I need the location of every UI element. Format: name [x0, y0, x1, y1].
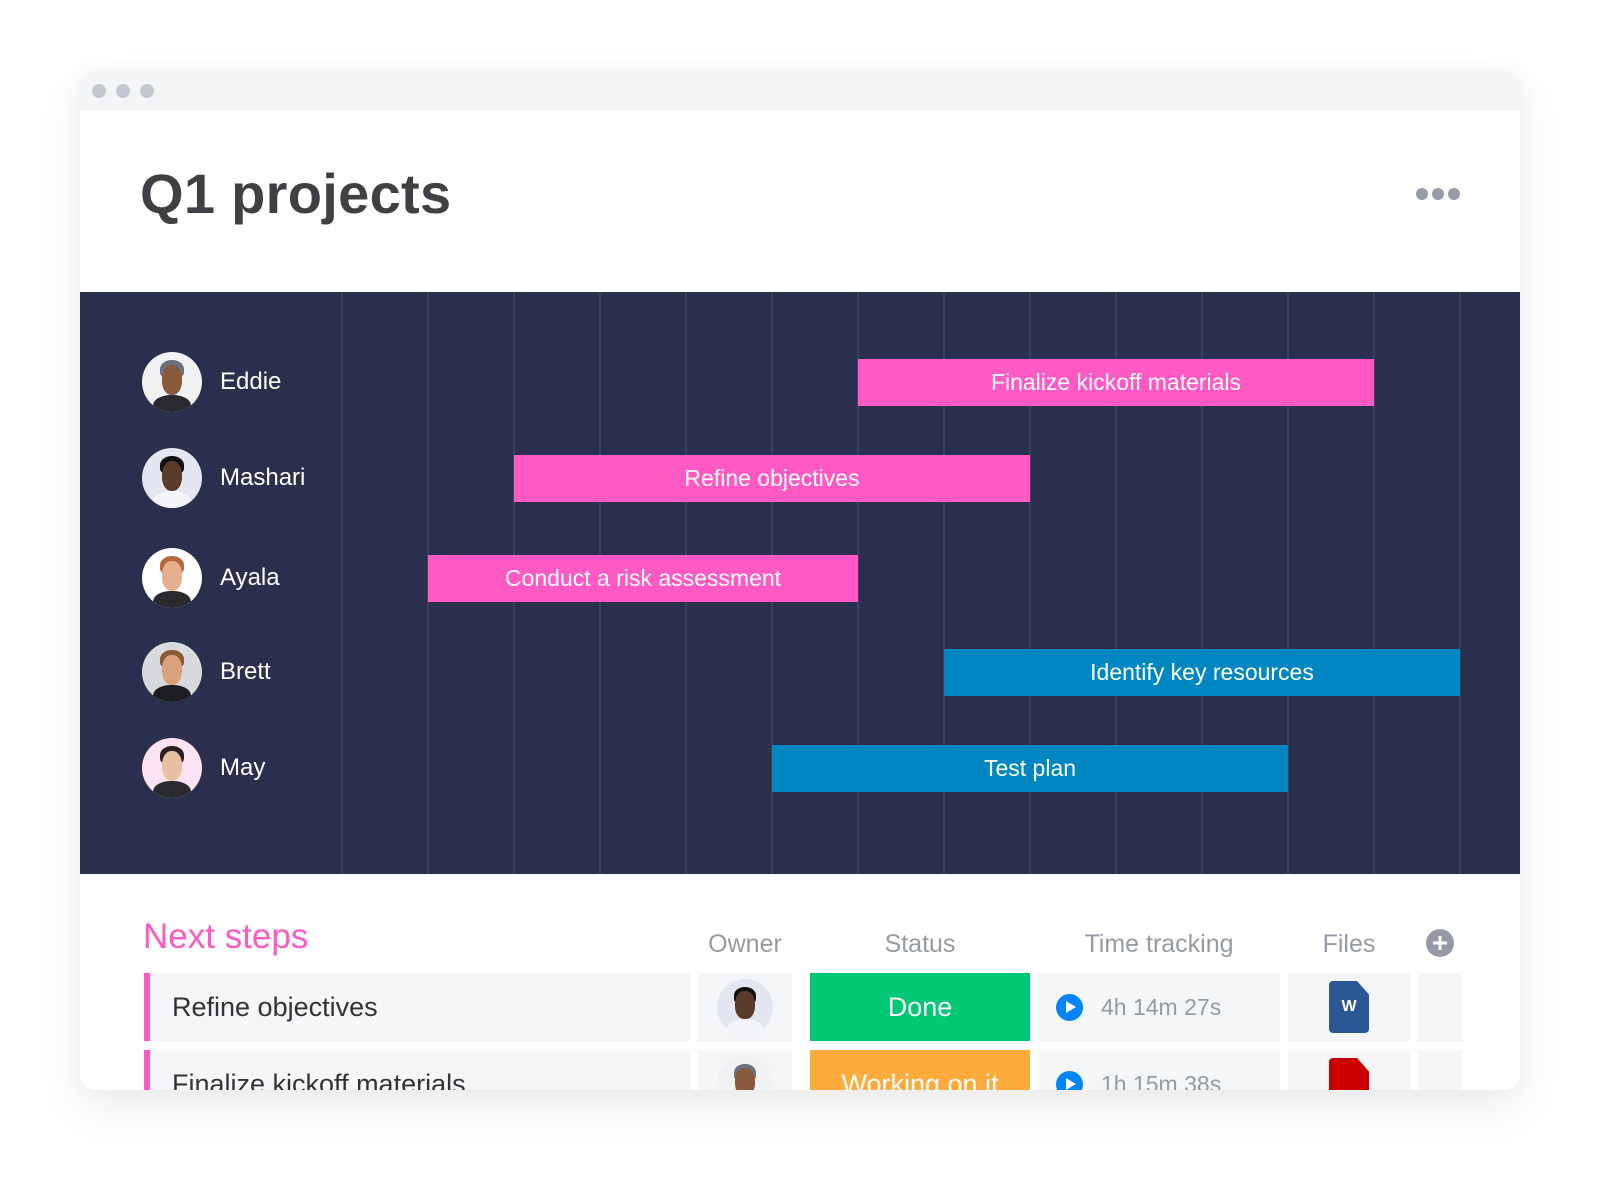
time-value: 1h 15m 38s: [1101, 1070, 1222, 1091]
page-title: Q1 projects: [140, 162, 452, 225]
word-file-icon[interactable]: W: [1329, 981, 1369, 1033]
timeline-person: Ayala: [142, 548, 280, 608]
more-horizontal-icon-dot: [1448, 188, 1460, 200]
column-header-files[interactable]: Files: [1288, 930, 1410, 959]
avatar-ayala: [142, 548, 202, 608]
timeline-person: Mashari: [142, 448, 305, 508]
column-header-owner[interactable]: Owner: [698, 930, 792, 959]
person-name: May: [220, 754, 266, 781]
timeline-bar[interactable]: Identify key resources: [944, 649, 1460, 696]
column-header-time-tracking[interactable]: Time tracking: [1038, 930, 1280, 959]
item-name-cell[interactable]: Finalize kickoff materials: [144, 1050, 690, 1090]
owner-cell[interactable]: [698, 1050, 792, 1090]
time-tracking-cell: 1h 15m 38s: [1038, 1050, 1280, 1090]
avatar-mashari: [142, 448, 202, 508]
timeline-person: Eddie: [142, 352, 281, 412]
window-close-dot[interactable]: [92, 84, 106, 98]
window-maximize-dot[interactable]: [140, 84, 154, 98]
more-options-button[interactable]: [1416, 184, 1464, 204]
status-cell[interactable]: Done: [810, 973, 1030, 1041]
person-name: Mashari: [220, 464, 306, 491]
timeline-person: May: [142, 738, 265, 798]
files-cell: PDF: [1288, 1050, 1410, 1090]
more-horizontal-icon-dot: [1432, 188, 1444, 200]
more-horizontal-icon-dot: [1416, 188, 1428, 200]
avatar-may: [142, 738, 202, 798]
empty-cell: [1418, 973, 1462, 1041]
avatar-brett: [142, 642, 202, 702]
plus-circle-icon[interactable]: [1426, 929, 1454, 957]
timeline-gantt: Eddie Finalize kickoff materials Mashari Re…: [80, 292, 1520, 874]
empty-cell: [1418, 1050, 1462, 1090]
avatar-mashari: [717, 979, 773, 1035]
time-tracking-cell: 4h 14m 27s: [1038, 973, 1280, 1041]
owner-cell[interactable]: [698, 973, 792, 1041]
person-name: Ayala: [220, 564, 280, 591]
files-cell: W: [1288, 973, 1410, 1041]
time-value: 4h 14m 27s: [1101, 993, 1222, 1020]
group-title-next-steps[interactable]: Next steps: [143, 917, 308, 957]
play-icon[interactable]: [1056, 993, 1083, 1021]
play-icon[interactable]: [1056, 1070, 1083, 1090]
person-name: Brett: [220, 658, 271, 685]
person-name: Eddie: [220, 368, 282, 395]
avatar-eddie: [717, 1056, 773, 1090]
timeline-gridline: [1459, 292, 1461, 874]
timeline-bar[interactable]: Refine objectives: [514, 455, 1030, 502]
table-row: Finalize kickoff materials Working on it 1…: [80, 1050, 1520, 1090]
window-minimize-dot[interactable]: [116, 84, 130, 98]
window-titlebar: [80, 72, 1520, 110]
item-name-cell[interactable]: Refine objectives: [144, 973, 690, 1041]
timeline-bar[interactable]: Finalize kickoff materials: [858, 359, 1374, 406]
avatar-eddie: [142, 352, 202, 412]
pdf-file-icon[interactable]: PDF: [1329, 1058, 1369, 1090]
timeline-bar[interactable]: Test plan: [772, 745, 1288, 792]
timeline-person: Brett: [142, 642, 271, 702]
timeline-gridline: [341, 292, 343, 874]
column-header-status[interactable]: Status: [810, 930, 1030, 959]
app-window: Q1 projects Eddie Finalize kickoff materi…: [80, 72, 1520, 1090]
timeline-bar[interactable]: Conduct a risk assessment: [428, 555, 858, 602]
status-cell[interactable]: Working on it: [810, 1050, 1030, 1090]
table-row: Refine objectives Done 4h 14m 27s W: [80, 973, 1520, 1041]
